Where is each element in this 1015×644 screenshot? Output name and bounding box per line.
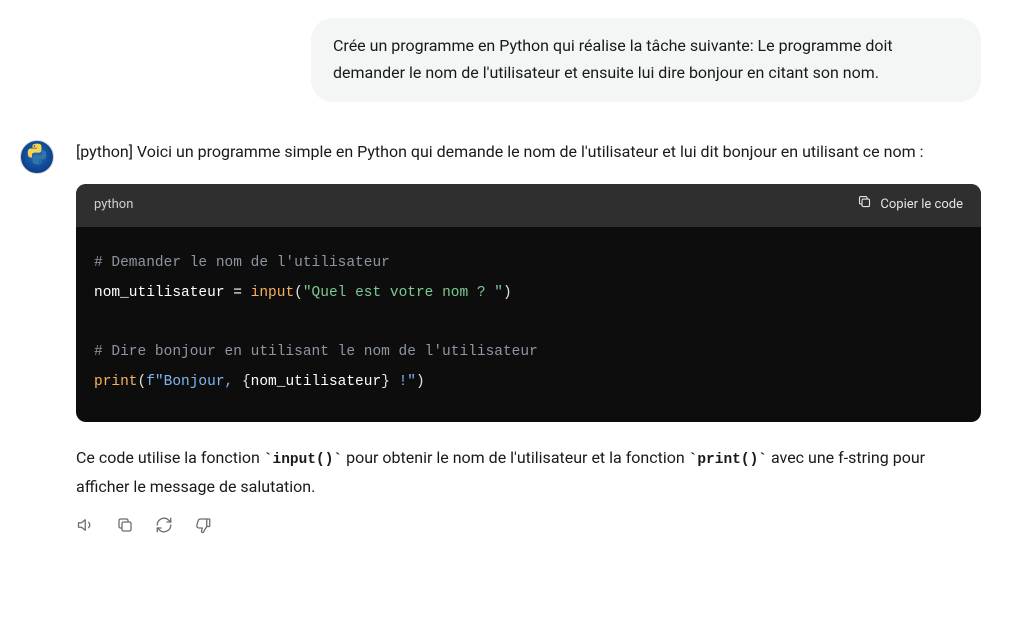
code-token: nom_utilisateur xyxy=(251,374,382,390)
outro-part: Ce code utilise la fonction xyxy=(76,448,264,467)
code-token: ) xyxy=(416,374,425,390)
copy-code-label: Copier le code xyxy=(880,195,963,216)
code-body[interactable]: # Demander le nom de l'utilisateur nom_u… xyxy=(76,227,981,422)
message-actions xyxy=(76,515,981,534)
code-comment: # Demander le nom de l'utilisateur xyxy=(94,255,390,271)
code-token: nom_utilisateur xyxy=(94,285,225,301)
code-token: print xyxy=(94,374,138,390)
code-block: python Copier le code # Demander le nom … xyxy=(76,184,981,421)
code-token: "Quel est votre nom ? " xyxy=(303,285,503,301)
copy-icon xyxy=(857,194,872,217)
code-comment: # Dire bonjour en utilisant le nom de l'… xyxy=(94,344,538,360)
speaker-button[interactable] xyxy=(76,515,95,534)
outro-part: pour obtenir le nom de l'utilisateur et … xyxy=(342,448,689,467)
user-message-row: Crée un programme en Python qui réalise … xyxy=(20,18,981,102)
user-message-text: Crée un programme en Python qui réalise … xyxy=(333,36,893,82)
code-token: input xyxy=(251,285,295,301)
copy-response-button[interactable] xyxy=(115,515,134,534)
assistant-avatar xyxy=(20,140,54,174)
copy-code-button[interactable]: Copier le code xyxy=(857,194,963,217)
code-token: } xyxy=(381,374,390,390)
assistant-outro-text: Ce code utilise la fonction `input()` po… xyxy=(76,444,981,501)
code-token: = xyxy=(225,285,251,301)
code-language-label: python xyxy=(94,195,133,216)
code-header: python Copier le code xyxy=(76,184,981,227)
code-token: ( xyxy=(138,374,147,390)
regenerate-button[interactable] xyxy=(154,515,173,534)
inline-code: `input()` xyxy=(264,452,342,468)
code-token: !" xyxy=(390,374,416,390)
user-message-bubble: Crée un programme en Python qui réalise … xyxy=(311,18,981,102)
assistant-content: [python] Voici un programme simple en Py… xyxy=(76,138,981,534)
code-token: ( xyxy=(294,285,303,301)
code-token: { xyxy=(242,374,251,390)
code-token: ) xyxy=(503,285,512,301)
assistant-row: [python] Voici un programme simple en Py… xyxy=(20,138,981,534)
thumbs-down-button[interactable] xyxy=(193,515,212,534)
inline-code: `print()` xyxy=(689,452,767,468)
assistant-intro-text: [python] Voici un programme simple en Py… xyxy=(76,138,981,166)
code-token: f"Bonjour, xyxy=(146,374,242,390)
python-logo-icon xyxy=(25,142,49,174)
